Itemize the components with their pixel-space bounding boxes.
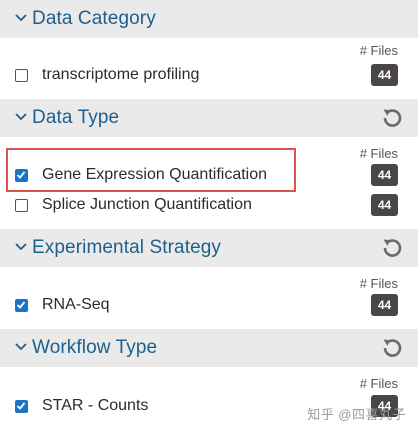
file-count-badge: 44	[371, 64, 398, 86]
facet-label: transcriptome profiling	[42, 66, 200, 83]
section-title: Workflow Type	[32, 337, 158, 358]
facet-row-transcriptome-profiling[interactable]: transcriptome profiling 44	[0, 62, 418, 90]
checkbox[interactable]	[15, 69, 28, 82]
files-column-label: # Files	[359, 376, 398, 391]
chevron-down-icon[interactable]	[14, 240, 28, 254]
section-header-data-type[interactable]: Data Type	[0, 99, 418, 137]
reset-icon[interactable]	[380, 236, 404, 260]
section-header-experimental-strategy[interactable]: Experimental Strategy	[0, 229, 418, 267]
section-header-data-category[interactable]: Data Category	[0, 0, 418, 38]
facet-label: STAR - Counts	[42, 397, 149, 414]
checkbox[interactable]	[15, 199, 28, 212]
watermark: 知乎 @四喜丸子	[307, 407, 406, 422]
facet-row-rna-seq[interactable]: RNA-Seq 44	[0, 292, 418, 320]
highlight-box	[6, 148, 296, 192]
section-title: Data Type	[32, 107, 120, 128]
checkbox-checked[interactable]	[15, 299, 28, 312]
file-count-badge: 44	[371, 294, 398, 316]
chevron-down-icon[interactable]	[14, 110, 28, 124]
file-count-badge: 44	[371, 164, 398, 186]
section-title: Data Category	[32, 8, 156, 29]
reset-icon[interactable]	[380, 336, 404, 360]
reset-icon[interactable]	[380, 106, 404, 130]
file-count-badge: 44	[371, 194, 398, 216]
chevron-down-icon[interactable]	[14, 11, 28, 25]
checkbox-checked[interactable]	[15, 400, 28, 413]
section-title: Experimental Strategy	[32, 237, 222, 258]
files-column-label: # Files	[359, 43, 398, 58]
files-column-label: # Files	[359, 276, 398, 291]
section-header-workflow-type[interactable]: Workflow Type	[0, 329, 418, 367]
files-column-label: # Files	[359, 146, 398, 161]
facet-row-splice-junction-quantification[interactable]: Splice Junction Quantification 44	[0, 192, 418, 220]
chevron-down-icon[interactable]	[14, 340, 28, 354]
facet-label: Splice Junction Quantification	[42, 196, 252, 213]
facet-label: RNA-Seq	[42, 296, 110, 313]
